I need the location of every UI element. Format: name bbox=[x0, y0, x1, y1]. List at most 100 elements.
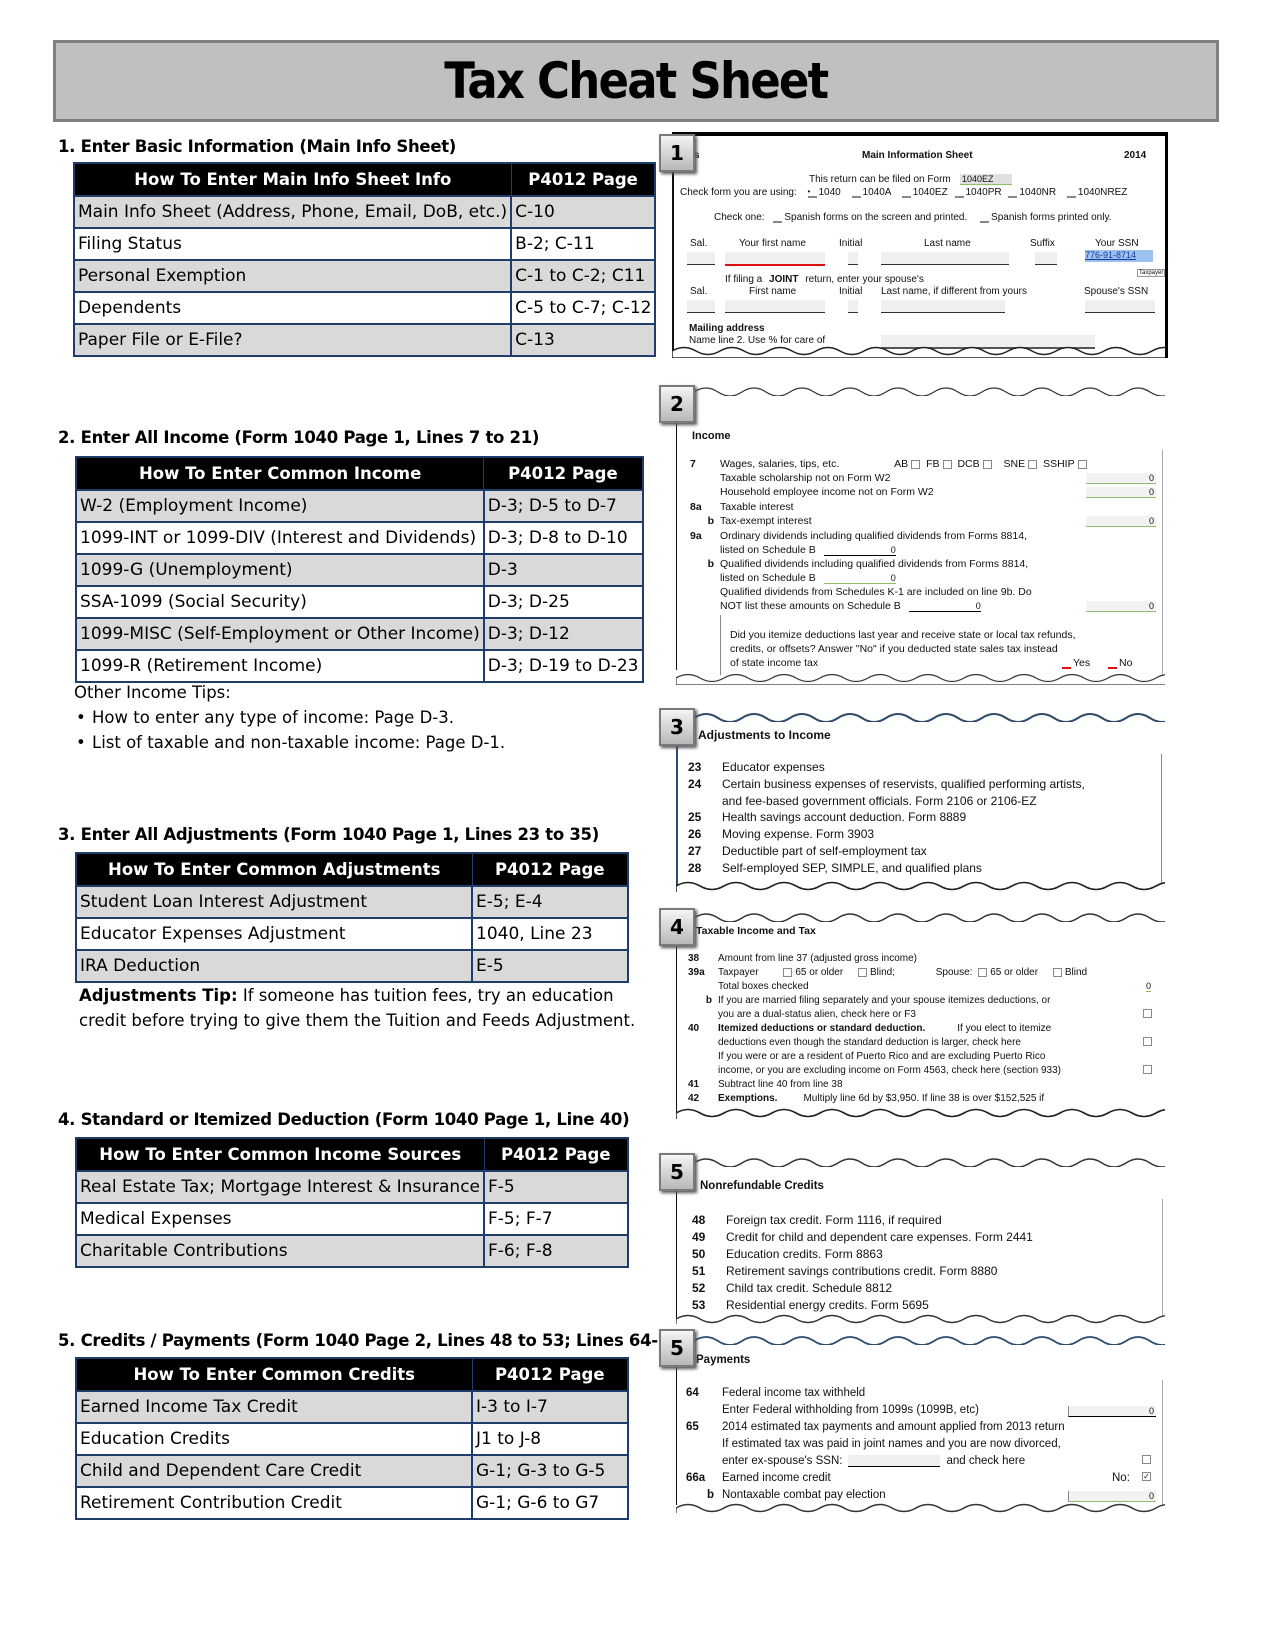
radio-form-1040a[interactable]: 1040A bbox=[850, 187, 891, 198]
spouse-last-input[interactable] bbox=[881, 300, 1005, 313]
checkbox-eic-no[interactable]: ✓ bbox=[1142, 1471, 1151, 1483]
line-number: 26 bbox=[688, 827, 702, 842]
spouse-sal-input[interactable] bbox=[687, 300, 715, 313]
taxpayer-tag[interactable]: Taxpayer bbox=[1137, 269, 1165, 277]
checkbox-sne[interactable] bbox=[1028, 459, 1038, 469]
page-ref-cell: F-6; F-8 bbox=[483, 1234, 629, 1268]
schedule-b-field[interactable]: 0 bbox=[823, 545, 896, 556]
line-text: and fee-based government officials. Form… bbox=[722, 793, 1037, 808]
topic-cell: Charitable Contributions bbox=[74, 1234, 486, 1268]
line-number: 51 bbox=[692, 1264, 706, 1278]
total-boxes-row: Total boxes checked bbox=[718, 981, 809, 992]
topic-cell: Earned Income Tax Credit bbox=[75, 1390, 473, 1424]
line-number: 50 bbox=[692, 1247, 706, 1261]
tax-exempt-field[interactable]: 0 bbox=[1086, 516, 1156, 527]
table-row: Medical Expenses F-5; F-7 bbox=[74, 1202, 629, 1236]
form-line-row: 48 Foreign tax credit. Form 1116, if requ… bbox=[692, 1213, 942, 1227]
last-name-input[interactable] bbox=[881, 252, 1009, 265]
tips-title: Other Income Tips: bbox=[74, 683, 231, 702]
table-row: Personal Exemption C-1 to C-2; C11 bbox=[72, 259, 657, 293]
line-text: Credit for child and dependent care expe… bbox=[726, 1230, 1033, 1244]
radio-no[interactable]: No bbox=[1106, 657, 1132, 669]
checkbox-dcb[interactable] bbox=[982, 459, 992, 469]
line-text: Self-employed SEP, SIMPLE, and qualified… bbox=[722, 860, 982, 875]
income-screenshot: Income 7 Wages, salaries, tips, etc. AB F… bbox=[676, 380, 1165, 685]
suffix-input[interactable] bbox=[1035, 252, 1057, 265]
federal-withholding-field[interactable]: 0 bbox=[1068, 1406, 1156, 1417]
torn-edge bbox=[676, 1108, 1165, 1119]
total-boxes-field[interactable]: 0 bbox=[1146, 981, 1152, 992]
line-number: 27 bbox=[688, 844, 702, 858]
household-field[interactable]: 0 bbox=[1086, 487, 1156, 498]
scholarship-field[interactable]: 0 bbox=[1086, 473, 1156, 484]
puerto-rico-row: If you were or are a resident of Puerto … bbox=[718, 1051, 1046, 1062]
page-ref-cell: 1040, Line 23 bbox=[471, 917, 629, 951]
checkbox-taxpayer-65[interactable] bbox=[783, 967, 793, 977]
torn-edge bbox=[676, 1314, 1165, 1324]
radio-form-1040pr[interactable]: 1040PR bbox=[953, 187, 1002, 198]
initial-input[interactable] bbox=[848, 252, 858, 265]
radio-yes[interactable]: Yes bbox=[1060, 657, 1090, 669]
main-info-title: Main Information Sheet bbox=[862, 150, 973, 161]
form-line-row: 49 Credit for child and dependent care ex… bbox=[692, 1230, 1033, 1244]
joint-estimated-row: If estimated tax was paid in joint names… bbox=[722, 1438, 1061, 1450]
spouse-col-sal: Sal. bbox=[690, 286, 708, 297]
topic-cell: 1099-MISC (Self-Employment or Other Inco… bbox=[75, 617, 485, 651]
radio-form-1040nr[interactable]: 1040NR bbox=[1006, 187, 1056, 198]
page-ref-cell: B-2; C-11 bbox=[510, 227, 657, 261]
torn-edge bbox=[676, 881, 1165, 892]
radio-form-1040[interactable]: • 1040 bbox=[806, 187, 841, 198]
line-text: Retirement savings contributions credit.… bbox=[726, 1264, 998, 1278]
radio-icon bbox=[1062, 658, 1071, 669]
spouse-initial-input[interactable] bbox=[848, 300, 858, 313]
page-ref-cell: C-1 to C-2; C11 bbox=[510, 259, 657, 293]
form-line-row: 50 Education credits. Form 8863 bbox=[692, 1247, 883, 1261]
topic-cell: Medical Expenses bbox=[74, 1202, 486, 1236]
topic-cell: W-2 (Employment Income) bbox=[75, 489, 485, 523]
checkbox-sship[interactable] bbox=[1077, 459, 1087, 469]
checkbox-taxpayer-blind[interactable] bbox=[857, 967, 867, 977]
spouse-ssn-input[interactable] bbox=[1085, 300, 1155, 313]
sal-input[interactable] bbox=[687, 252, 715, 265]
mailing-address-label: Mailing address bbox=[689, 323, 765, 334]
adjustments-screenshot: Adjustments to Income 23 Educator expense… bbox=[676, 704, 1165, 892]
check-form-label: Check form you are using: bbox=[680, 187, 797, 199]
payments-heading: Payments bbox=[696, 1354, 751, 1366]
k1-note: Qualified dividends from Schedules K-1 a… bbox=[720, 586, 1032, 598]
page-title: Tax Cheat Sheet bbox=[444, 52, 829, 110]
torn-edge bbox=[694, 913, 1165, 922]
ex-spouse-ssn-input[interactable] bbox=[848, 1455, 941, 1467]
checkbox-ex-spouse[interactable] bbox=[1142, 1454, 1151, 1466]
radio-spanish-screen[interactable]: Spanish forms on the screen and printed. bbox=[771, 212, 967, 223]
checkbox-spouse-65[interactable] bbox=[978, 967, 988, 977]
column-header-topic: How To Enter Main Info Sheet Info bbox=[73, 162, 512, 197]
checkbox-elect-itemize[interactable] bbox=[1143, 1036, 1152, 1048]
checkbox-section-933[interactable] bbox=[1143, 1064, 1152, 1076]
qualified-schedule-b-field[interactable]: 0 bbox=[823, 573, 896, 584]
form-line-row: 24 Certain business expenses of reservist… bbox=[688, 777, 1085, 791]
radio-spanish-printed[interactable]: Spanish forms printed only. bbox=[978, 212, 1111, 223]
first-name-input[interactable] bbox=[725, 252, 825, 266]
page-ref-cell: C-10 bbox=[510, 195, 657, 229]
radio-form-1040nrez[interactable]: 1040NREZ bbox=[1065, 187, 1127, 198]
table-row: 1099-G (Unemployment) D-3 bbox=[75, 553, 644, 587]
checkbox-spouse-blind[interactable] bbox=[1052, 967, 1062, 977]
filed-on-field[interactable]: 1040EZ bbox=[960, 174, 1012, 185]
form-line-row: 28 Self-employed SEP, SIMPLE, and qualifi… bbox=[688, 861, 982, 875]
radio-form-1040ez[interactable]: 1040EZ bbox=[900, 187, 948, 198]
checkbox-fb[interactable] bbox=[942, 459, 952, 469]
column-header-topic: How To Enter Common Credits bbox=[75, 1357, 473, 1392]
checkbox-ab[interactable] bbox=[911, 459, 921, 469]
section-1-heading: 1. Enter Basic Information (Main Info Sh… bbox=[58, 137, 457, 156]
checkmark-icon: ✓ bbox=[1142, 1472, 1151, 1482]
dividends-total-field[interactable]: 0 bbox=[1086, 601, 1156, 612]
k1-field[interactable]: 0 bbox=[908, 601, 981, 612]
spouse-first-input[interactable] bbox=[725, 300, 825, 313]
col-sal: Sal. bbox=[690, 238, 708, 249]
page-ref-cell: I-3 to I-7 bbox=[471, 1390, 629, 1424]
checkbox-dual-status[interactable] bbox=[1143, 1008, 1152, 1020]
line-number: 28 bbox=[688, 860, 702, 875]
torn-edge bbox=[672, 346, 1165, 358]
ssn-input[interactable]: 776-91-8714 bbox=[1085, 250, 1153, 262]
column-header-page: P4012 Page bbox=[483, 456, 643, 491]
